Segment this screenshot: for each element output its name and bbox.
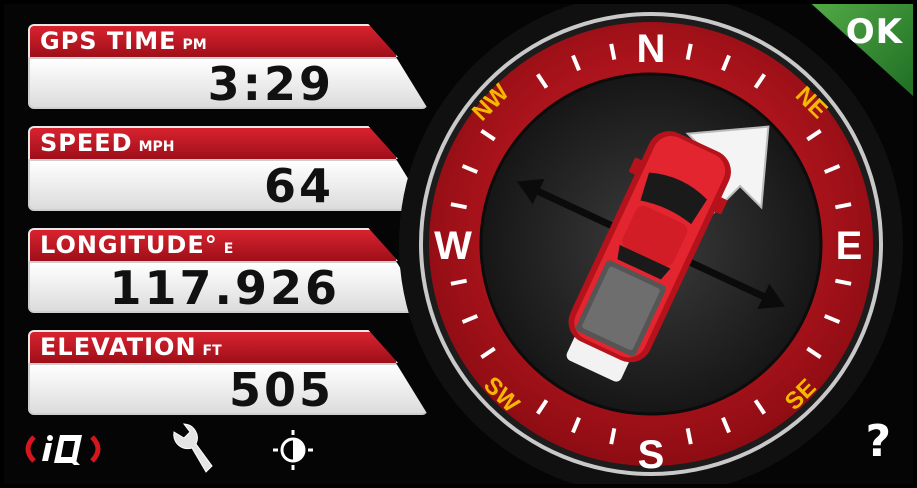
speed-label-text: SPEED bbox=[40, 129, 133, 157]
speed-label: SPEED MPH bbox=[28, 126, 398, 159]
compass-n: N bbox=[637, 27, 666, 71]
brightness-icon[interactable] bbox=[272, 429, 314, 471]
elevation-label: ELEVATION FT bbox=[28, 330, 398, 363]
elevation-panel: ELEVATION FT 505 bbox=[28, 330, 428, 416]
compass-s: S bbox=[638, 433, 665, 477]
device-screen: GPS TIME PM 3:29 SPEED MPH 64 LONGITUDE° E … bbox=[0, 0, 917, 488]
speed-panel: SPEED MPH 64 bbox=[28, 126, 428, 212]
help-button-label: ? bbox=[865, 416, 891, 467]
compass-w: W bbox=[434, 224, 472, 268]
compass-e: E bbox=[836, 224, 863, 268]
gps-time-label: GPS TIME PM bbox=[28, 24, 398, 57]
elevation-label-text: ELEVATION bbox=[40, 333, 197, 361]
gps-time-value: 3:29 bbox=[207, 57, 334, 111]
longitude-panel: LONGITUDE° E 117.926 bbox=[28, 228, 428, 314]
speed-value: 64 bbox=[263, 159, 334, 213]
speed-value-box: 64 bbox=[28, 159, 428, 211]
longitude-value-box: 117.926 bbox=[28, 261, 428, 313]
display-area: GPS TIME PM 3:29 SPEED MPH 64 LONGITUDE° E … bbox=[4, 4, 913, 484]
gps-time-panel: GPS TIME PM 3:29 bbox=[28, 24, 428, 110]
help-button[interactable]: ? bbox=[865, 416, 891, 467]
longitude-value: 117.926 bbox=[109, 261, 340, 315]
iq-logo-icon[interactable] bbox=[20, 429, 106, 469]
gps-time-value-box: 3:29 bbox=[28, 57, 428, 109]
gps-time-label-text: GPS TIME bbox=[40, 27, 177, 55]
elevation-value: 505 bbox=[228, 363, 334, 417]
longitude-label-text: LONGITUDE° bbox=[40, 231, 218, 259]
longitude-unit: E bbox=[223, 241, 234, 257]
elevation-unit: FT bbox=[202, 343, 222, 359]
gps-time-unit: PM bbox=[182, 37, 207, 53]
wrench-icon[interactable] bbox=[166, 422, 214, 478]
speed-unit: MPH bbox=[138, 139, 175, 155]
elevation-value-box: 505 bbox=[28, 363, 428, 415]
compass: N E S W NE SE SW NW bbox=[399, 4, 903, 484]
longitude-label: LONGITUDE° E bbox=[28, 228, 398, 261]
